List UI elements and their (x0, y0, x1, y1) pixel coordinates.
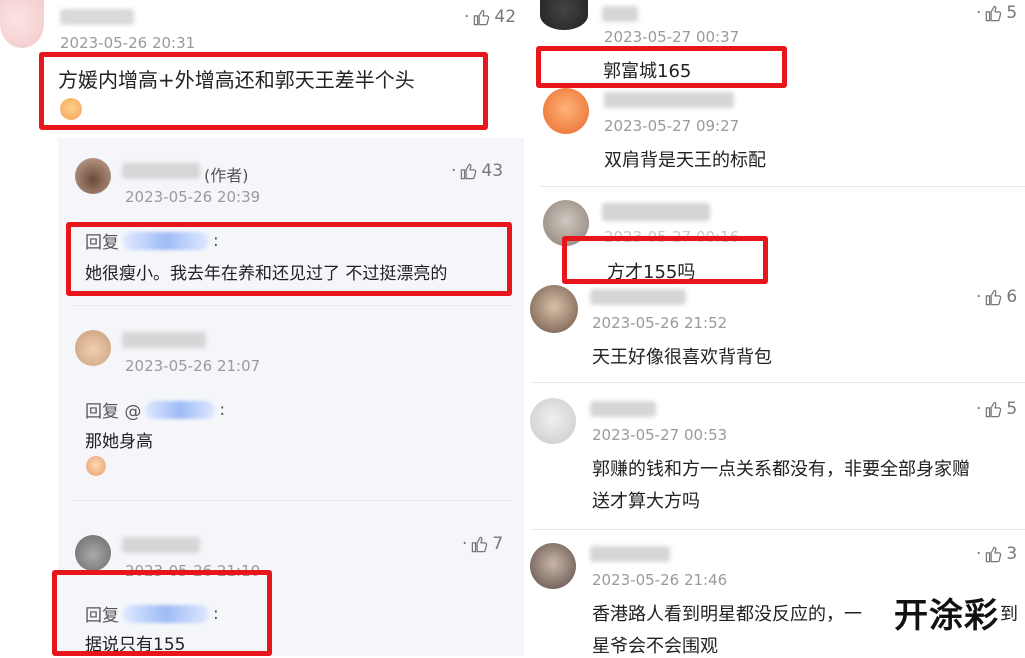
avatar[interactable] (75, 158, 111, 194)
username-blurred[interactable] (122, 332, 206, 348)
avatar[interactable] (0, 0, 44, 48)
divider (72, 500, 512, 501)
highlight-box (66, 222, 512, 296)
like-button[interactable]: · 5 (976, 3, 1017, 23)
comment-text: 双肩背是天王的标配 (604, 150, 766, 171)
divider (540, 186, 1025, 187)
dot-separator: · (976, 287, 982, 307)
comment-timestamp: 2023-05-26 21:52 (592, 314, 728, 332)
comment-timestamp: 2023-05-26 20:39 (125, 188, 261, 206)
thumbs-up-icon (472, 536, 488, 552)
dot-separator: · (976, 399, 982, 419)
dot-separator: · (462, 534, 468, 554)
comment-text-line-2: 送才算大方吗 (592, 491, 700, 512)
comment-timestamp: 2023-05-27 00:37 (604, 28, 740, 46)
like-count: 5 (1006, 3, 1018, 23)
comment-timestamp: 2023-05-26 21:07 (125, 357, 261, 375)
like-count: 3 (1006, 544, 1018, 564)
like-button[interactable]: · 3 (976, 544, 1017, 564)
mention-blurred[interactable] (145, 400, 216, 419)
like-button[interactable]: · 6 (976, 287, 1017, 307)
comment-timestamp: 2023-05-27 09:27 (604, 117, 740, 135)
comment-text-line-1: 香港路人看到明星都没反应的，一 (592, 604, 862, 625)
like-count: 6 (1006, 287, 1018, 307)
avatar[interactable] (75, 535, 111, 571)
comment-text-line-1-tail: 到 (1000, 604, 1018, 625)
watermark: 开涂彩 (894, 596, 999, 636)
divider (72, 305, 512, 306)
like-button[interactable]: · 5 (976, 399, 1017, 419)
reply-colon: : (219, 399, 226, 420)
comment-text-line-2: 星爷会不会围观 (592, 636, 718, 657)
like-count: 43 (481, 161, 504, 181)
like-button[interactable]: · 43 (451, 161, 503, 181)
username-blurred[interactable] (602, 203, 710, 221)
highlight-box (536, 46, 787, 88)
highlight-box (562, 236, 768, 284)
comment-text-line-1: 郭赚的钱和方一点关系都没有，非要全部身家赠 (592, 459, 970, 480)
thumbs-up-icon (986, 289, 1002, 305)
thumbs-up-icon (986, 5, 1002, 21)
like-count: 42 (494, 7, 517, 27)
username-blurred[interactable] (602, 6, 638, 22)
like-button[interactable]: · 7 (462, 534, 503, 554)
username-blurred[interactable] (590, 401, 656, 417)
username-blurred[interactable] (590, 289, 686, 305)
author-tag: (作者) (204, 166, 249, 185)
dot-separator: · (976, 544, 982, 564)
username-blurred[interactable] (122, 537, 200, 553)
emoji-icon (86, 456, 106, 476)
dot-separator: · (464, 7, 470, 27)
avatar[interactable] (75, 330, 111, 366)
avatar[interactable] (530, 543, 576, 589)
comment-timestamp: 2023-05-27 00:53 (592, 426, 728, 444)
reply-target[interactable]: 回复 @ : (85, 397, 226, 423)
username-blurred[interactable] (590, 546, 670, 562)
reply-text: 那她身高 (85, 432, 153, 452)
thumbs-up-icon (474, 9, 490, 25)
like-button[interactable]: · 42 (464, 7, 516, 27)
like-count: 5 (1006, 399, 1018, 419)
avatar[interactable] (530, 398, 576, 444)
comment-timestamp: 2023-05-26 21:46 (592, 571, 728, 589)
divider (530, 529, 1025, 530)
reply-label: 回复 @ (85, 402, 142, 422)
username-blurred[interactable] (122, 163, 200, 179)
avatar[interactable] (530, 285, 578, 333)
avatar[interactable] (540, 0, 588, 30)
avatar[interactable] (543, 88, 589, 134)
highlight-box (52, 570, 272, 656)
highlight-box (39, 52, 488, 130)
divider (530, 382, 1025, 383)
thumbs-up-icon (986, 401, 1002, 417)
like-count: 7 (492, 534, 504, 554)
comment-text: 天王好像很喜欢背背包 (592, 347, 772, 368)
dot-separator: · (976, 3, 982, 23)
username-blurred[interactable] (604, 92, 734, 108)
thumbs-up-icon (461, 163, 477, 179)
username-blurred[interactable] (60, 9, 134, 25)
thumbs-up-icon (986, 546, 1002, 562)
dot-separator: · (451, 161, 457, 181)
comment-timestamp: 2023-05-26 20:31 (60, 34, 196, 52)
